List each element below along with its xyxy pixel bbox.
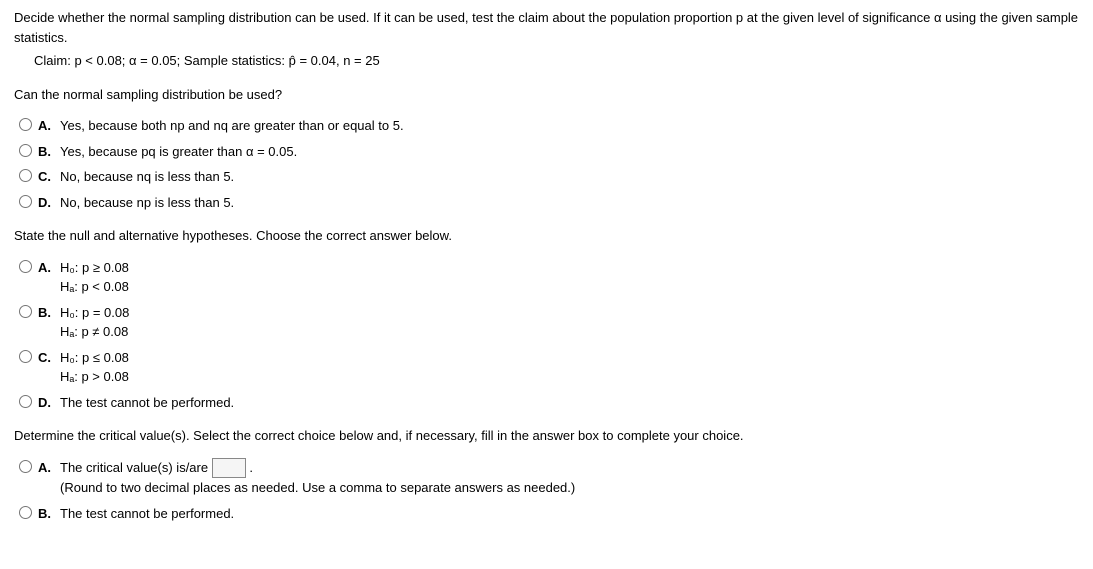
hypothesis-h0: H₀: p = 0.08: [60, 303, 129, 323]
q1-radio-c[interactable]: [19, 169, 32, 182]
option-label: C.: [38, 348, 54, 368]
option-text: The critical value(s) is/are . (Round to…: [60, 458, 575, 498]
period: .: [249, 460, 253, 475]
hypothesis-ha: Hₐ: p ≠ 0.08: [60, 322, 129, 342]
option-text: Yes, because pq is greater than α = 0.05…: [60, 142, 297, 162]
q1-radio-b[interactable]: [19, 144, 32, 157]
hypothesis-h0: H₀: p ≤ 0.08: [60, 348, 129, 368]
hypothesis-h0: H₀: p ≥ 0.08: [60, 258, 129, 278]
option-text: Yes, because both np and nq are greater …: [60, 116, 404, 136]
option-text: The test cannot be performed.: [60, 393, 234, 413]
option-label: B.: [38, 504, 54, 524]
option-text: No, because np is less than 5.: [60, 193, 234, 213]
option-text: H₀: p ≤ 0.08 Hₐ: p > 0.08: [60, 348, 129, 387]
rounding-note: (Round to two decimal places as needed. …: [60, 478, 575, 498]
q2-option-d[interactable]: D. The test cannot be performed.: [14, 393, 1079, 413]
option-label: A.: [38, 258, 54, 278]
critical-value-input[interactable]: [212, 458, 246, 478]
q2-radio-a[interactable]: [19, 260, 32, 273]
option-text: The test cannot be performed.: [60, 504, 234, 524]
q1-radio-a[interactable]: [19, 118, 32, 131]
option-text: H₀: p ≥ 0.08 Hₐ: p < 0.08: [60, 258, 129, 297]
q2-prompt: State the null and alternative hypothese…: [14, 226, 1079, 246]
q1-prompt: Can the normal sampling distribution be …: [14, 85, 1079, 105]
question-intro: Decide whether the normal sampling distr…: [14, 8, 1079, 47]
q1-option-c[interactable]: C. No, because nq is less than 5.: [14, 167, 1079, 187]
q2-radio-c[interactable]: [19, 350, 32, 363]
option-label: A.: [38, 116, 54, 136]
q1-option-a[interactable]: A. Yes, because both np and nq are great…: [14, 116, 1079, 136]
q1-option-d[interactable]: D. No, because np is less than 5.: [14, 193, 1079, 213]
q3-prompt: Determine the critical value(s). Select …: [14, 426, 1079, 446]
option-label: D.: [38, 193, 54, 213]
option-label: B.: [38, 303, 54, 323]
q3-option-a[interactable]: A. The critical value(s) is/are . (Round…: [14, 458, 1079, 498]
q2-radio-d[interactable]: [19, 395, 32, 408]
q3-radio-b[interactable]: [19, 506, 32, 519]
q1-radio-d[interactable]: [19, 195, 32, 208]
q2-radio-b[interactable]: [19, 305, 32, 318]
option-text: No, because nq is less than 5.: [60, 167, 234, 187]
option-label: C.: [38, 167, 54, 187]
option-label: A.: [38, 458, 54, 478]
hypothesis-ha: Hₐ: p > 0.08: [60, 367, 129, 387]
q2-option-a[interactable]: A. H₀: p ≥ 0.08 Hₐ: p < 0.08: [14, 258, 1079, 297]
option-text: H₀: p = 0.08 Hₐ: p ≠ 0.08: [60, 303, 129, 342]
q1-option-b[interactable]: B. Yes, because pq is greater than α = 0…: [14, 142, 1079, 162]
option-label: B.: [38, 142, 54, 162]
hypothesis-ha: Hₐ: p < 0.08: [60, 277, 129, 297]
q2-option-b[interactable]: B. H₀: p = 0.08 Hₐ: p ≠ 0.08: [14, 303, 1079, 342]
q3-option-b[interactable]: B. The test cannot be performed.: [14, 504, 1079, 524]
critical-value-text: The critical value(s) is/are: [60, 460, 212, 475]
q3-radio-a[interactable]: [19, 460, 32, 473]
option-label: D.: [38, 393, 54, 413]
q2-option-c[interactable]: C. H₀: p ≤ 0.08 Hₐ: p > 0.08: [14, 348, 1079, 387]
claim-text: Claim: p < 0.08; α = 0.05; Sample statis…: [34, 51, 1079, 71]
